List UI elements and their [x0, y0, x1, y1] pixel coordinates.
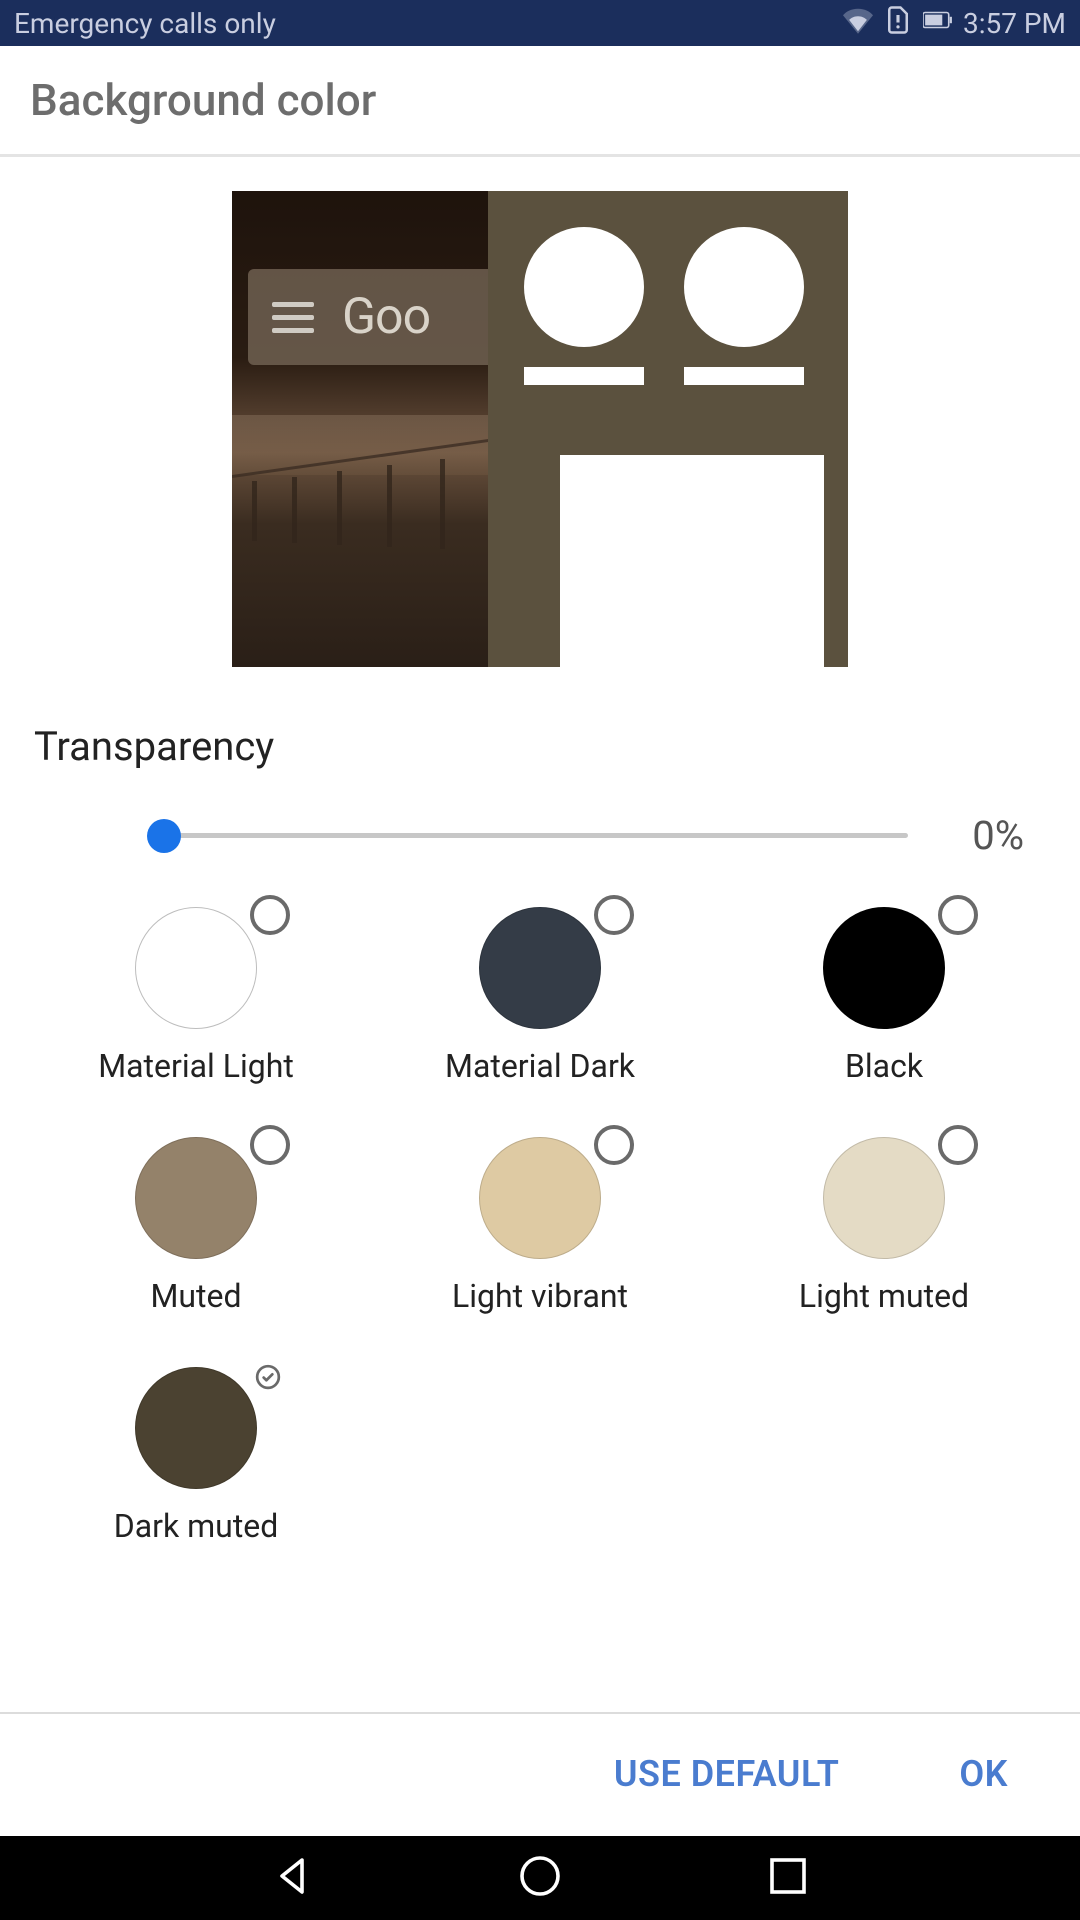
use-default-button[interactable]: USE DEFAULT: [614, 1753, 840, 1795]
color-swatch: [135, 1137, 257, 1259]
color-label: Light vibrant: [452, 1277, 628, 1315]
color-option[interactable]: Light vibrant: [368, 1129, 712, 1323]
transparency-slider[interactable]: [164, 816, 908, 856]
wifi-icon: [843, 5, 873, 42]
transparency-label: Transparency: [34, 723, 1046, 770]
color-swatch: [135, 1367, 257, 1489]
nav-home-icon[interactable]: [516, 1852, 564, 1904]
transparency-slider-row: 0%: [34, 812, 1046, 859]
page-title: Background color: [30, 74, 376, 126]
color-label: Material Dark: [445, 1047, 635, 1085]
color-label: Muted: [150, 1277, 241, 1315]
preview-image: Goo: [232, 191, 848, 667]
slider-thumb[interactable]: [147, 819, 181, 853]
nav-recent-icon[interactable]: [764, 1852, 812, 1904]
radio-unchecked-icon[interactable]: [938, 1125, 978, 1165]
radio-unchecked-icon[interactable]: [938, 895, 978, 935]
color-swatch: [823, 1137, 945, 1259]
radio-unchecked-icon[interactable]: [594, 1125, 634, 1165]
color-swatch: [823, 907, 945, 1029]
color-option[interactable]: Muted: [24, 1129, 368, 1323]
color-option[interactable]: Material Dark: [368, 899, 712, 1093]
status-bar: Emergency calls only 3:57 PM: [0, 0, 1080, 46]
header: Background color: [0, 46, 1080, 154]
color-swatch: [135, 907, 257, 1029]
preview-container: Goo: [0, 157, 1080, 667]
radio-unchecked-icon[interactable]: [250, 1125, 290, 1165]
color-swatch: [479, 907, 601, 1029]
footer: USE DEFAULT OK: [0, 1712, 1080, 1836]
color-label: Material Light: [98, 1047, 294, 1085]
nav-back-icon[interactable]: [268, 1852, 316, 1904]
status-network-text: Emergency calls only: [14, 7, 843, 40]
color-label: Black: [845, 1047, 923, 1085]
status-right: 3:57 PM: [843, 5, 1066, 42]
transparency-section: Transparency 0%: [0, 667, 1080, 859]
color-swatch: [479, 1137, 601, 1259]
battery-icon: [923, 5, 953, 42]
ok-button[interactable]: OK: [959, 1753, 1008, 1795]
radio-unchecked-icon[interactable]: [594, 895, 634, 935]
preview-search-text: Goo: [342, 288, 430, 346]
radio-checked-icon[interactable]: [246, 1355, 290, 1399]
color-option[interactable]: Light muted: [712, 1129, 1056, 1323]
radio-unchecked-icon[interactable]: [250, 895, 290, 935]
color-grid: Material Light Material Dark Black Muted Lig…: [0, 859, 1080, 1553]
color-label: Light muted: [799, 1277, 969, 1315]
navigation-bar: [0, 1836, 1080, 1920]
color-option[interactable]: Black: [712, 899, 1056, 1093]
status-time: 3:57 PM: [963, 7, 1066, 40]
color-option[interactable]: Dark muted: [24, 1359, 368, 1553]
color-option[interactable]: Material Light: [24, 899, 368, 1093]
hamburger-icon: [272, 302, 314, 333]
transparency-value: 0%: [944, 812, 1024, 859]
sim-alert-icon: [883, 5, 913, 42]
color-label: Dark muted: [114, 1507, 279, 1545]
